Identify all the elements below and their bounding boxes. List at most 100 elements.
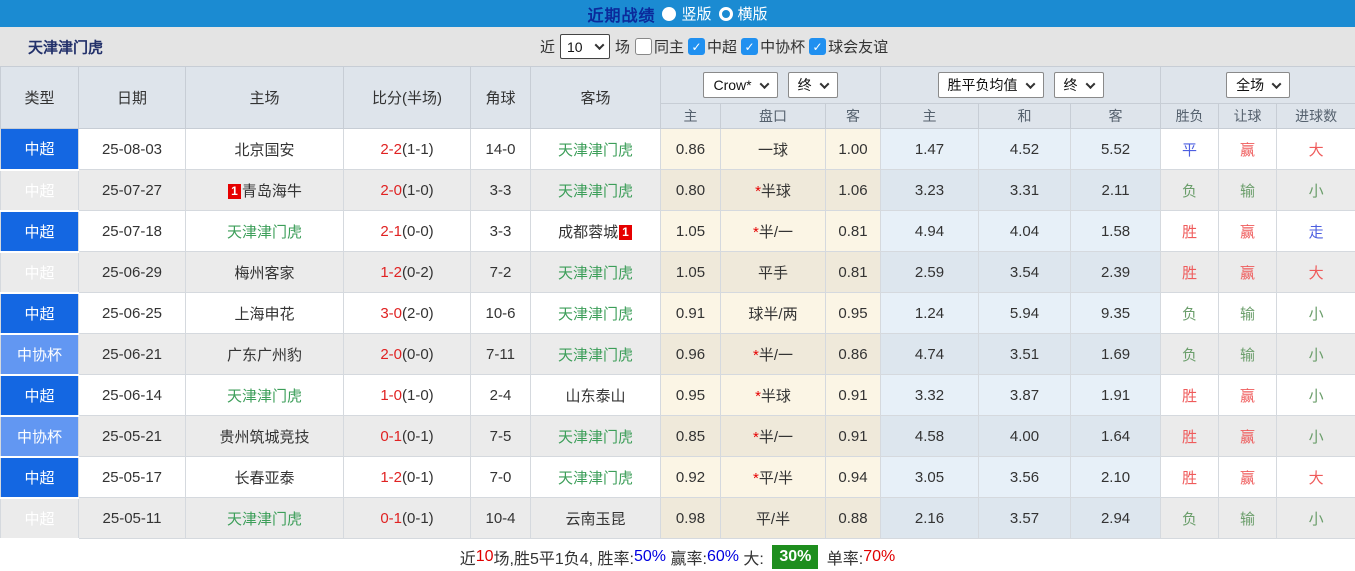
halftime-score: (0-0)	[402, 345, 434, 363]
fulltime-score: 2-2	[380, 140, 402, 158]
score-cell: 2-2(1-1)	[343, 128, 471, 170]
winlose-result-cell: 平	[1160, 128, 1220, 170]
crow-away-odds-cell: 0.81	[824, 210, 882, 252]
letgoal-result-cell: 赢	[1218, 251, 1278, 293]
handicap-text: 一球	[757, 141, 788, 159]
crow-home-odds-cell: 0.95	[660, 374, 721, 416]
fulltime-score: 0-1	[380, 509, 402, 527]
games-unit-label: 场	[615, 39, 631, 56]
type-cell: 中协杯	[0, 333, 79, 376]
mean-draw-cell: 3.51	[978, 333, 1072, 375]
corner-cell: 14-0	[470, 128, 531, 170]
red-card-badge: 1	[619, 224, 632, 240]
radio-unselected-icon	[718, 6, 733, 21]
home-team-name: 北京国安	[234, 141, 295, 159]
col-header-corner: 角球	[470, 66, 531, 129]
summary-bar: 近 10 场,胜5平1负4, 胜率: 50% 赢率: 60% 大: 30% 单率: 70%	[0, 539, 1355, 571]
crow-away-odds-cell: 1.00	[824, 128, 882, 170]
mean-away-cell: 1.64	[1070, 415, 1162, 457]
score-cell: 1-2(0-2)	[343, 251, 471, 293]
table-row: 中超 25-05-11 天津津门虎 0-1(0-1) 10-4 云南玉昆 0.98 平/半 0.…	[0, 497, 1355, 540]
recent-label: 近	[540, 39, 556, 56]
away-team-name: 山东泰山	[565, 387, 626, 405]
handicap-text: 半/一	[758, 346, 793, 364]
corner-cell: 10-4	[470, 497, 531, 539]
filter-checkbox-3[interactable]: ✓ 球会友谊	[809, 36, 888, 57]
away-team-name: 天津津门虎	[557, 182, 633, 200]
goals-result-cell: 大	[1276, 456, 1355, 498]
corner-cell: 3-3	[470, 210, 531, 252]
halftime-score: (1-0)	[402, 386, 434, 404]
crow-away-odds-cell: 0.91	[824, 374, 882, 416]
away-team-cell: 云南玉昆	[530, 497, 661, 539]
filter-bar: 天津津门虎 近 10 场 同主 ✓ 中超 ✓ 中协杯 ✓ 球会友谊	[0, 27, 1355, 66]
winlose-result-cell: 胜	[1160, 456, 1220, 498]
type-cell: 中超	[0, 497, 79, 540]
period-select[interactable]: 全场	[1226, 72, 1291, 98]
home-team-name: 青岛海牛	[241, 182, 302, 200]
handicap-text: 平/半	[755, 510, 791, 528]
crow-away-odds-cell: 0.95	[824, 292, 882, 334]
sub-header-handicap: 盘口	[720, 103, 826, 129]
bookmaker-state-select[interactable]: 终	[787, 72, 838, 98]
summary-segment: 赢率:	[666, 550, 707, 568]
halftime-score: (0-0)	[402, 222, 434, 240]
mean-draw-cell: 5.94	[978, 292, 1072, 334]
recent-count-value: 10	[567, 38, 583, 55]
score-cell: 2-0(0-0)	[343, 333, 471, 375]
checkbox-checked-icon: ✓	[741, 38, 759, 55]
mean-home-cell: 3.23	[880, 169, 980, 211]
goals-result-cell: 小	[1276, 292, 1355, 334]
bookmaker-select[interactable]: Crow*	[703, 72, 778, 98]
handicap-text: 球半/两	[748, 305, 798, 323]
corner-cell: 7-11	[470, 333, 531, 375]
score-cell: 1-0(1-0)	[343, 374, 471, 416]
filter-checkbox-1[interactable]: ✓ 中超	[688, 36, 737, 57]
filter-checkbox-2[interactable]: ✓ 中协杯	[741, 36, 805, 57]
type-cell: 中超	[0, 169, 79, 212]
letgoal-result-cell: 赢	[1218, 456, 1278, 498]
type-cell: 中超	[0, 210, 79, 253]
type-cell: 中超	[0, 251, 79, 294]
radio-label-horizontal: 横版	[737, 6, 768, 23]
topbar: 近期战绩 竖版 横版	[0, 0, 1355, 27]
mean-state-select[interactable]: 终	[1053, 72, 1104, 98]
recent-count-select[interactable]: 10	[560, 34, 611, 59]
layout-radio-vertical[interactable]: 竖版	[662, 3, 712, 24]
fulltime-score: 2-1	[380, 222, 402, 240]
halftime-score: (2-0)	[402, 304, 434, 322]
away-team-name: 天津津门虎	[557, 428, 633, 446]
halftime-score: (0-1)	[402, 468, 434, 486]
goals-result-cell: 小	[1276, 169, 1355, 211]
table-row: 中超 25-07-18 天津津门虎 2-1(0-0) 3-3 成都蓉城 1 1.05 *半/一 0…	[0, 210, 1355, 253]
corner-cell: 7-0	[470, 456, 531, 498]
mean-away-cell: 9.35	[1070, 292, 1162, 334]
mean-draw-cell: 4.00	[978, 415, 1072, 457]
date-cell: 25-06-14	[78, 374, 186, 416]
handicap-text: 平/半	[758, 469, 793, 487]
home-team-cell: 天津津门虎	[185, 210, 344, 252]
mean-odds-select[interactable]: 胜平负均值	[937, 72, 1044, 98]
chevron-down-icon	[1085, 78, 1095, 89]
mean-away-cell: 1.91	[1070, 374, 1162, 416]
layout-radio-horizontal[interactable]: 横版	[718, 3, 768, 24]
recent-results-panel: 近期战绩 竖版 横版 天津津门虎 近 10 场 同主 ✓ 中超 ✓ 中协杯 ✓ 球会友谊	[0, 0, 1355, 571]
corner-cell: 3-3	[470, 169, 531, 211]
home-team-cell: 贵州筑城竞技	[185, 415, 344, 457]
checkbox-label: 同主	[654, 39, 685, 56]
checkbox-unchecked-icon	[635, 38, 653, 55]
home-team-cell: 北京国安	[185, 128, 344, 170]
sub-header-mean-away: 客	[1070, 103, 1162, 129]
winlose-result-cell: 胜	[1160, 415, 1220, 457]
crow-home-odds-cell: 0.98	[660, 497, 721, 539]
filter-checkbox-0[interactable]: 同主	[635, 36, 684, 57]
home-team-cell: 天津津门虎	[185, 374, 344, 416]
away-team-name: 天津津门虎	[557, 469, 633, 487]
mean-away-cell: 1.58	[1070, 210, 1162, 252]
period-header-cell: 全场	[1160, 66, 1355, 104]
bookmaker-select-value: Crow*	[713, 77, 752, 93]
mean-away-cell: 2.11	[1070, 169, 1162, 211]
mean-draw-cell: 3.31	[978, 169, 1072, 211]
match-history-table: 类型 日期 主场 比分(半场) 角球 客场 Crow* 终 胜平负均值 终 全场…	[0, 66, 1355, 540]
goals-result-cell: 小	[1276, 497, 1355, 539]
